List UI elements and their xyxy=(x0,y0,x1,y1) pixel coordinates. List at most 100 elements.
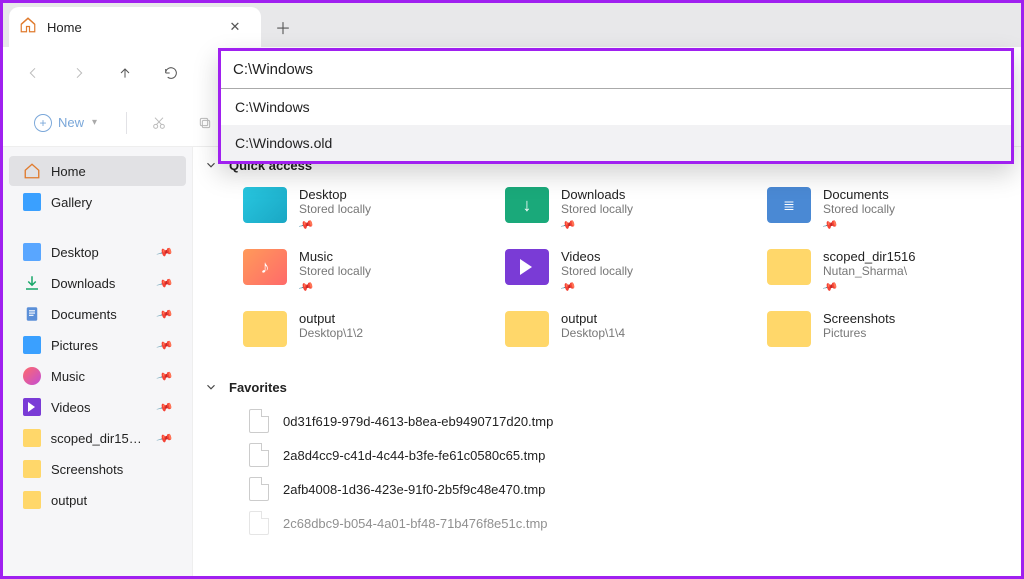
favorite-item[interactable]: 2a8d4cc9-c41d-4c44-b3fe-fe61c0580c65.tmp xyxy=(249,443,1005,467)
quick-item-scoped-dir[interactable]: scoped_dir1516 Nutan_Sharma\ 📌 xyxy=(763,245,1005,297)
sidebar-item-documents[interactable]: Documents 📌 xyxy=(9,299,186,329)
sidebar-item-label: Documents xyxy=(51,307,117,322)
quick-item-output-2[interactable]: output Desktop\1\4 xyxy=(501,307,743,351)
item-sub: Stored locally xyxy=(561,264,633,278)
sidebar-item-gallery[interactable]: Gallery xyxy=(9,187,186,217)
item-name: Documents xyxy=(823,187,895,202)
sidebar-item-label: Desktop xyxy=(51,245,99,260)
item-sub: Stored locally xyxy=(299,264,371,278)
sidebar-item-label: Downloads xyxy=(51,276,115,291)
chevron-down-icon xyxy=(203,379,219,395)
sidebar-item-output[interactable]: output xyxy=(9,485,186,515)
sidebar-item-home[interactable]: Home xyxy=(9,156,186,186)
forward-button[interactable] xyxy=(65,59,93,87)
pin-icon: 📌 xyxy=(156,429,174,447)
item-sub: Stored locally xyxy=(823,202,895,216)
pin-icon: 📌 xyxy=(156,398,174,416)
sidebar-item-downloads[interactable]: Downloads 📌 xyxy=(9,268,186,298)
sidebar-item-screenshots[interactable]: Screenshots xyxy=(9,454,186,484)
sidebar-item-desktop[interactable]: Desktop 📌 xyxy=(9,237,186,267)
videos-folder-icon xyxy=(505,249,549,285)
pin-icon: 📌 xyxy=(561,216,575,231)
item-name: Videos xyxy=(561,249,633,264)
folder-icon xyxy=(23,491,41,509)
refresh-button[interactable] xyxy=(157,59,185,87)
pin-icon: 📌 xyxy=(156,305,174,323)
pin-icon: 📌 xyxy=(156,336,174,354)
item-name: Downloads xyxy=(561,187,633,202)
file-name: 0d31f619-979d-4613-b8ea-eb9490717d20.tmp xyxy=(283,414,553,429)
address-suggestion[interactable]: C:\Windows.old xyxy=(221,125,1011,161)
sidebar-item-label: Videos xyxy=(51,400,91,415)
new-button[interactable]: + New ▾ xyxy=(23,109,108,137)
content-body: Home Gallery Desktop 📌 Downloads 📌 Docum… xyxy=(3,147,1021,576)
section-favorites[interactable]: Favorites xyxy=(203,369,1005,405)
address-suggestion[interactable]: C:\Windows xyxy=(221,89,1011,125)
item-sub: Stored locally xyxy=(299,202,371,216)
favorite-item[interactable]: 2afb4008-1d36-423e-91f0-2b5f9c48e470.tmp xyxy=(249,477,1005,501)
home-icon xyxy=(23,162,41,180)
file-icon xyxy=(249,477,269,501)
documents-icon xyxy=(23,305,41,323)
file-icon xyxy=(249,511,269,535)
address-input[interactable] xyxy=(221,51,1011,88)
videos-icon xyxy=(23,398,41,416)
cut-button[interactable] xyxy=(145,109,173,137)
section-label: Favorites xyxy=(229,380,287,395)
copy-button[interactable] xyxy=(191,109,219,137)
pin-icon: 📌 xyxy=(156,274,174,292)
folder-icon xyxy=(767,249,811,285)
file-icon xyxy=(249,443,269,467)
sidebar-item-videos[interactable]: Videos 📌 xyxy=(9,392,186,422)
pin-icon: 📌 xyxy=(156,243,174,261)
quick-item-documents[interactable]: ≣ Documents Stored locally 📌 xyxy=(763,183,1005,235)
separator xyxy=(126,112,127,134)
sidebar-item-label: Music xyxy=(51,369,85,384)
folder-icon xyxy=(505,311,549,347)
sidebar-item-music[interactable]: Music 📌 xyxy=(9,361,186,391)
quick-item-music[interactable]: ♪ Music Stored locally 📌 xyxy=(239,245,481,297)
new-tab-button[interactable]: ＋ xyxy=(265,9,301,45)
quick-access-grid: Desktop Stored locally 📌 ↓ Downloads Sto… xyxy=(203,183,1005,351)
pin-icon: 📌 xyxy=(156,367,174,385)
item-sub: Desktop\1\4 xyxy=(561,326,625,340)
gallery-icon xyxy=(23,193,41,211)
sidebar-item-scoped-dir[interactable]: scoped_dir15168 📌 xyxy=(9,423,186,453)
pin-icon: 📌 xyxy=(823,216,837,231)
favorite-item[interactable]: 0d31f619-979d-4613-b8ea-eb9490717d20.tmp xyxy=(249,409,1005,433)
chevron-down-icon xyxy=(203,157,219,173)
folder-icon xyxy=(23,460,41,478)
quick-item-desktop[interactable]: Desktop Stored locally 📌 xyxy=(239,183,481,235)
home-icon xyxy=(19,16,37,39)
pin-icon: 📌 xyxy=(823,278,837,293)
folder-icon xyxy=(23,429,41,447)
sidebar-item-label: Home xyxy=(51,164,86,179)
title-bar: Home ✕ ＋ xyxy=(3,3,1021,47)
chevron-down-icon: ▾ xyxy=(92,117,97,128)
documents-folder-icon: ≣ xyxy=(767,187,811,223)
item-sub: Pictures xyxy=(823,326,895,340)
item-name: Music xyxy=(299,249,371,264)
desktop-folder-icon xyxy=(243,187,287,223)
quick-item-output-1[interactable]: output Desktop\1\2 xyxy=(239,307,481,351)
sidebar-item-label: Screenshots xyxy=(51,462,123,477)
quick-item-screenshots[interactable]: Screenshots Pictures xyxy=(763,307,1005,351)
suggestion-text: C:\Windows xyxy=(235,99,310,115)
pin-icon: 📌 xyxy=(299,278,313,293)
sidebar-item-pictures[interactable]: Pictures 📌 xyxy=(9,330,186,360)
close-tab-button[interactable]: ✕ xyxy=(223,15,247,39)
file-name: 2c68dbc9-b054-4a01-bf48-71b476f8e51c.tmp xyxy=(283,516,548,531)
sidebar: Home Gallery Desktop 📌 Downloads 📌 Docum… xyxy=(3,147,193,576)
folder-icon xyxy=(243,311,287,347)
back-button[interactable] xyxy=(19,59,47,87)
sidebar-item-label: scoped_dir15168 xyxy=(51,431,149,446)
quick-item-videos[interactable]: Videos Stored locally 📌 xyxy=(501,245,743,297)
quick-item-downloads[interactable]: ↓ Downloads Stored locally 📌 xyxy=(501,183,743,235)
tab-title: Home xyxy=(47,20,213,35)
pictures-icon xyxy=(23,336,41,354)
item-sub: Stored locally xyxy=(561,202,633,216)
tab-home[interactable]: Home ✕ xyxy=(9,7,261,47)
up-button[interactable] xyxy=(111,59,139,87)
favorite-item[interactable]: 2c68dbc9-b054-4a01-bf48-71b476f8e51c.tmp xyxy=(249,511,1005,535)
pin-icon: 📌 xyxy=(561,278,575,293)
